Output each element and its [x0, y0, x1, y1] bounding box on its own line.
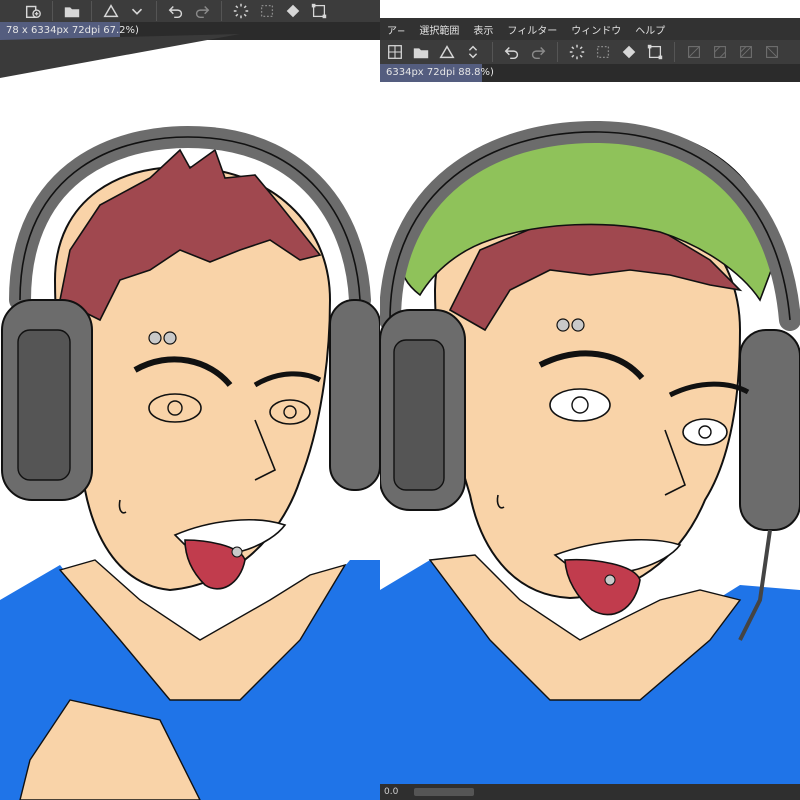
menu-item-selection[interactable]: 選択範囲: [412, 22, 466, 37]
left-artwork-canvas[interactable]: [0, 0, 380, 800]
right-document-window: ア− 選択範囲 表示 フィルター ウィンドウ ヘルプ 6334px 72dpi …: [380, 0, 800, 800]
right-document-tab[interactable]: 6334px 72dpi 88.8%): [380, 64, 494, 82]
hatch-icon[interactable]: [707, 39, 733, 65]
earcup-detail: [393, 339, 445, 491]
hatch-icon[interactable]: [681, 39, 707, 65]
eye-left: [549, 388, 611, 422]
canvas-edge-shadow: [0, 34, 240, 78]
grid-icon[interactable]: [382, 39, 408, 65]
triangle-icon[interactable]: [434, 39, 460, 65]
eyebrow-piercing: [163, 331, 177, 345]
eye-right: [269, 399, 311, 425]
headphone-earcup-right: [739, 329, 800, 531]
tongue-piercing: [231, 546, 243, 558]
menu-item-filter[interactable]: フィルター: [500, 22, 564, 37]
toolbar-separator: [492, 42, 493, 62]
hatch-icon[interactable]: [733, 39, 759, 65]
hatch-icon[interactable]: [759, 39, 785, 65]
status-slider[interactable]: [414, 788, 474, 796]
left-document-window: 78 x 6334px 72dpi 67.2%): [0, 0, 380, 800]
eyebrow-piercing: [556, 318, 570, 332]
status-value: 0.0: [384, 787, 399, 797]
menu-item-window[interactable]: ウィンドウ: [564, 22, 628, 37]
folder-open-icon[interactable]: [408, 39, 434, 65]
right-toolbar: [380, 40, 800, 64]
earcup-detail: [17, 329, 71, 481]
tongue-piercing: [604, 574, 616, 586]
menu-item-layer[interactable]: ア−: [380, 22, 412, 37]
right-title-gap: [380, 0, 800, 18]
right-status-bar: 0.0: [380, 784, 800, 800]
toolbar-separator: [557, 42, 558, 62]
toolbar-separator: [674, 42, 675, 62]
spinner-icon[interactable]: [564, 39, 590, 65]
stepper-icon[interactable]: [460, 39, 486, 65]
eyebrow-piercing: [148, 331, 162, 345]
fill-icon[interactable]: [616, 39, 642, 65]
eye-left: [148, 393, 202, 423]
eye-right: [682, 418, 728, 446]
headphone-earcup-right: [329, 299, 380, 491]
menu-item-view[interactable]: 表示: [466, 22, 500, 37]
redo-icon[interactable]: [525, 39, 551, 65]
transform-icon[interactable]: [642, 39, 668, 65]
grid-icon[interactable]: [590, 39, 616, 65]
undo-icon[interactable]: [499, 39, 525, 65]
right-artwork-canvas[interactable]: [380, 82, 800, 784]
eyebrow-piercing: [571, 318, 585, 332]
menu-item-help[interactable]: ヘルプ: [628, 22, 672, 37]
right-tab-strip: 6334px 72dpi 88.8%): [380, 64, 800, 82]
right-menubar: ア− 選択範囲 表示 フィルター ウィンドウ ヘルプ: [380, 18, 800, 40]
